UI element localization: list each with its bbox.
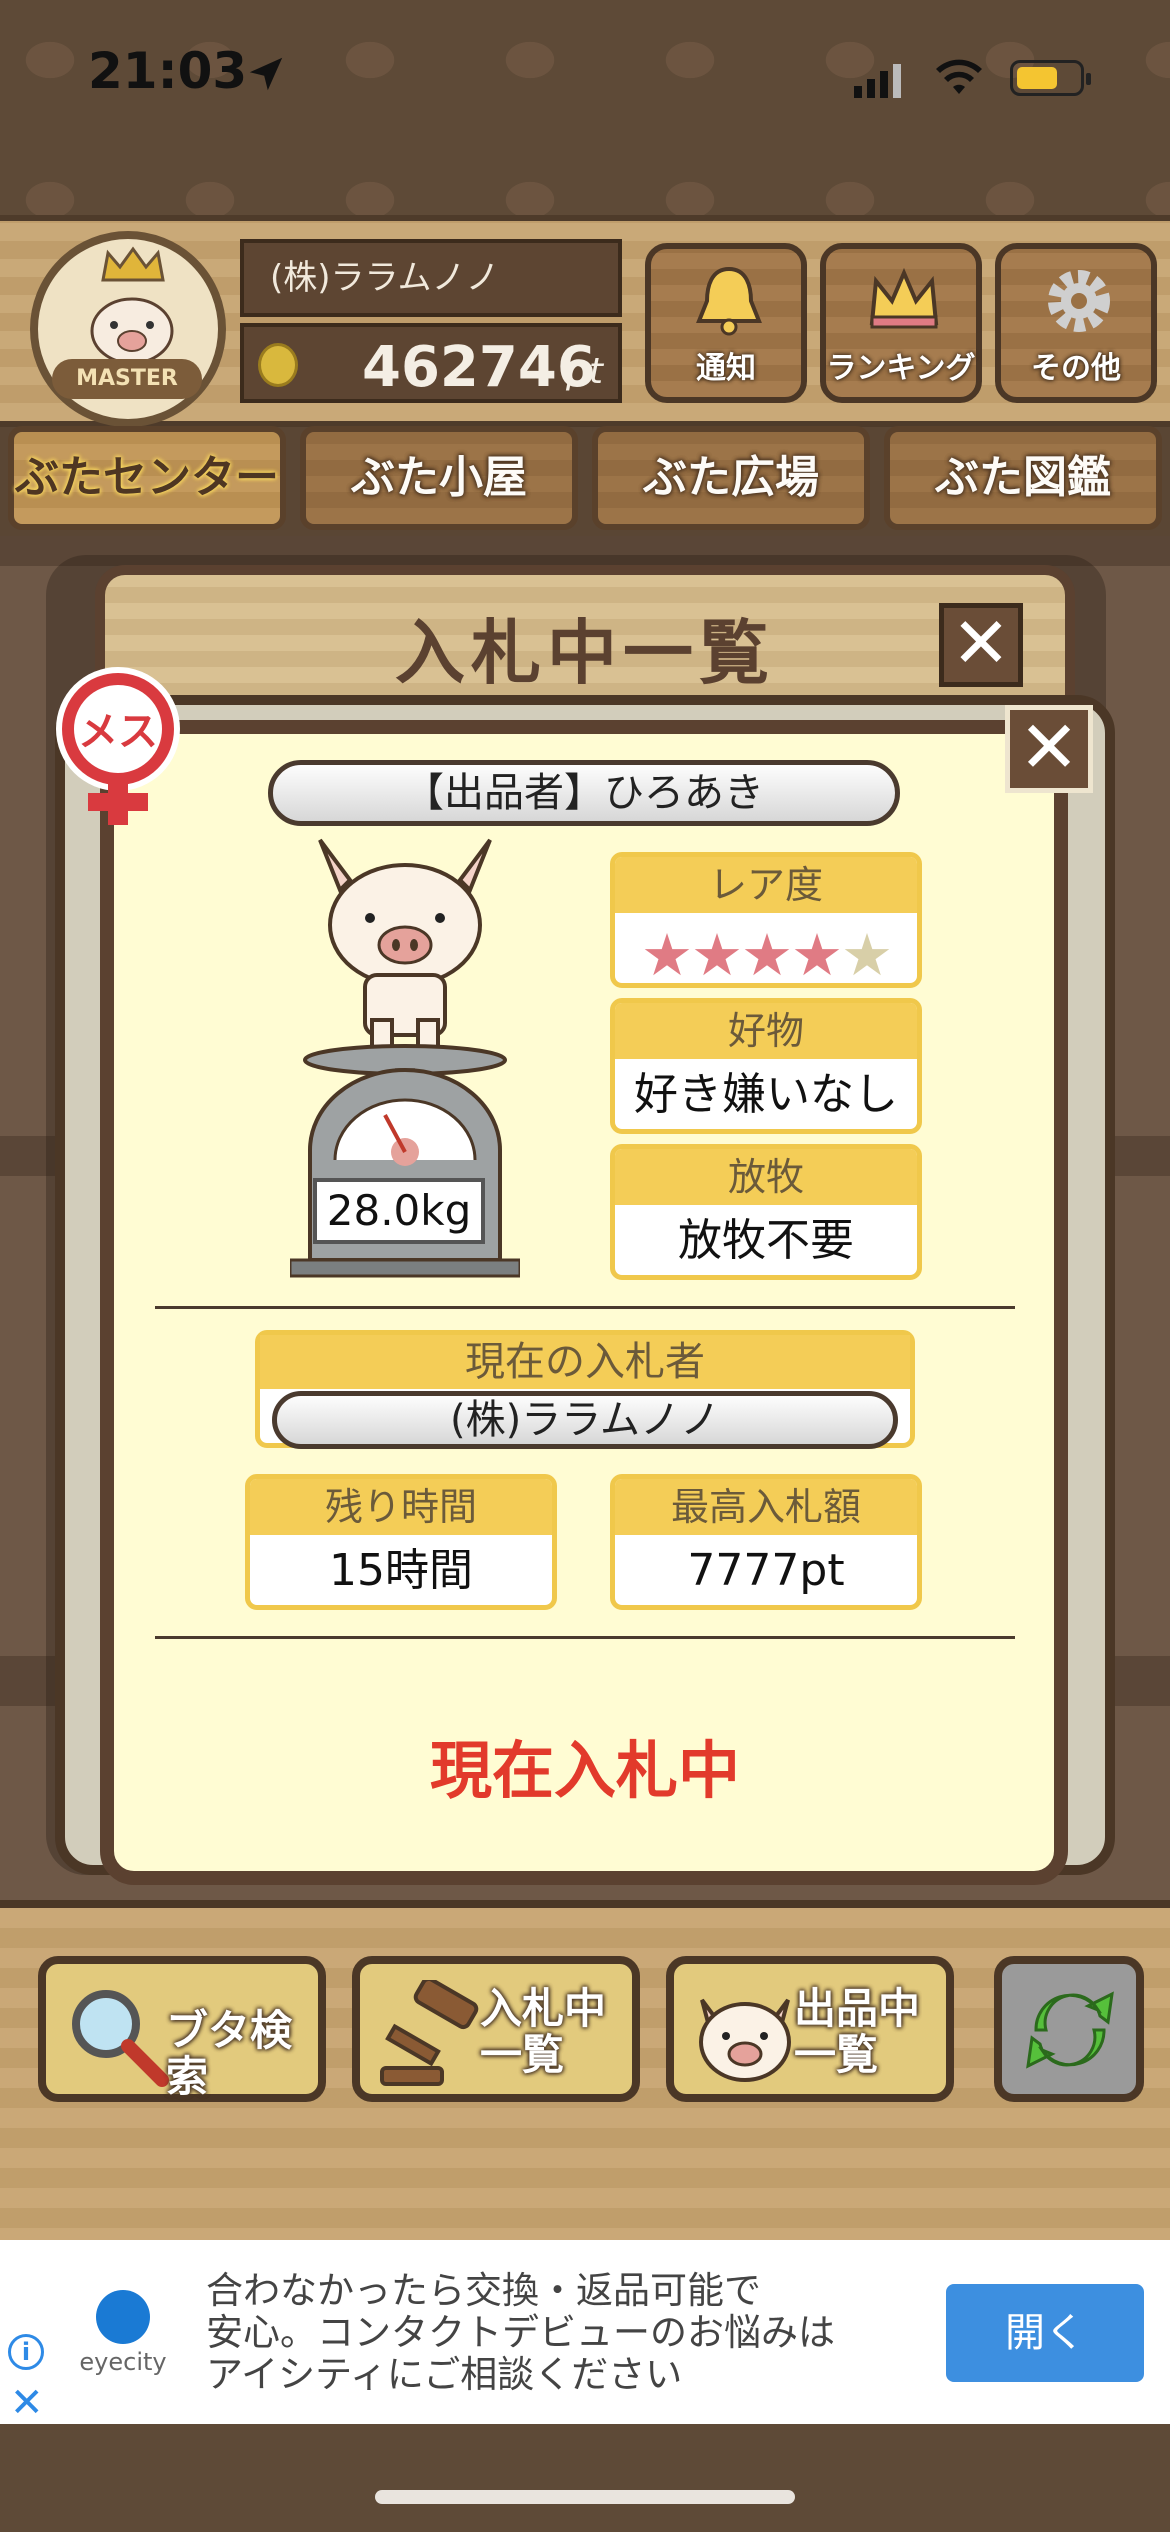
- main-tabs: ぶたセンター ぶた小屋 ぶた広場 ぶた図鑑: [0, 420, 1170, 536]
- star-icon: ★: [741, 921, 793, 988]
- remaining-time-box: 残り時間 15時間: [245, 1474, 557, 1610]
- female-gender-icon: メス: [56, 667, 180, 825]
- star-icon: ★: [791, 921, 843, 988]
- listing-list-label: 出品中 一覧: [794, 1986, 920, 2078]
- ad-banner[interactable]: i ✕ eyecity 合わなかったら交換・返品可能で 安心。コンタクトデビュー…: [0, 2240, 1170, 2426]
- badge-label: MASTER: [52, 359, 202, 399]
- bidding-list-line2: 一覧: [480, 2030, 565, 2079]
- rarity-stars: ★★★★★: [615, 921, 917, 988]
- wifi-icon: [936, 59, 982, 94]
- eyecity-logo-icon: [96, 2290, 150, 2344]
- tab-buta-center[interactable]: ぶたセンター: [8, 426, 286, 530]
- dialog-title-bar: 入札中一覧 ✕: [95, 565, 1075, 715]
- pig-face-icon: [90, 297, 174, 365]
- refresh-icon: [1026, 1991, 1114, 2069]
- battery-icon: [1010, 60, 1091, 96]
- dialog-close-button[interactable]: ✕: [939, 603, 1023, 687]
- other-button[interactable]: その他: [995, 243, 1157, 403]
- grazing-label: 放牧: [615, 1149, 917, 1205]
- card-close-button[interactable]: ✕: [1005, 705, 1093, 793]
- bell-icon: [696, 266, 762, 336]
- other-label: その他: [1031, 351, 1121, 386]
- bid-status: 現在入札中: [429, 1734, 740, 1807]
- crown-icon: [869, 267, 939, 329]
- coin-icon: [258, 343, 298, 387]
- seller-name: 【出品者】ひろあき: [268, 760, 900, 826]
- pig-detail-card: [100, 720, 1068, 1885]
- tab-buta-barn[interactable]: ぶた小屋: [300, 426, 578, 530]
- rarity-label: レア度: [615, 857, 917, 913]
- favorite-food-box: 好物 好き嫌いなし: [610, 998, 922, 1134]
- grazing-value: 放牧不要: [678, 1215, 854, 1266]
- favorite-value: 好き嫌いなし: [634, 1069, 898, 1120]
- listing-list-line1: 出品中: [794, 1984, 921, 2033]
- tab-buta-plaza[interactable]: ぶた広場: [592, 426, 870, 530]
- divider: [155, 1636, 1015, 1639]
- ad-close-icon[interactable]: ✕: [10, 2380, 44, 2426]
- ad-text: 合わなかったら交換・返品可能で 安心。コンタクトデビューのお悩みは アイシティに…: [206, 2270, 906, 2396]
- ad-text-line: 合わなかったら交換・返品可能で: [206, 2269, 761, 2312]
- ranking-button[interactable]: ランキング: [820, 243, 982, 403]
- bottom-toolbar: ブタ検索 入札中 一覧 出品中 一覧: [0, 1900, 1170, 2248]
- master-badge[interactable]: MASTER: [30, 231, 226, 427]
- listing-list-line2: 一覧: [794, 2030, 879, 2079]
- star-icon: ★: [691, 921, 743, 988]
- current-bidder-name: (株)ララムノノ: [272, 1391, 898, 1449]
- highest-bid-box: 最高入札額 7777pt: [610, 1474, 922, 1610]
- username-display: (株)ララムノノ: [240, 239, 622, 317]
- highest-bid-label: 最高入札額: [615, 1479, 917, 1535]
- points-value: 462746: [362, 335, 596, 400]
- magnifier-icon: [72, 1990, 169, 2087]
- star-icon: ★: [841, 921, 893, 988]
- points-display: 462746 pt: [240, 323, 622, 403]
- remaining-time-value: 15時間: [329, 1545, 473, 1596]
- highest-bid-value: 7777pt: [687, 1545, 845, 1596]
- gear-icon: [1048, 270, 1110, 332]
- refresh-button[interactable]: [994, 1956, 1144, 2102]
- ad-open-button[interactable]: 開く: [946, 2284, 1144, 2382]
- points-unit: pt: [566, 351, 603, 392]
- weight-display: 28.0kg: [313, 1178, 485, 1244]
- star-icon: ★: [641, 921, 693, 988]
- divider: [155, 1306, 1015, 1309]
- current-bidder-label: 現在の入札者: [260, 1335, 910, 1389]
- rarity-box: レア度 ★★★★★: [610, 852, 922, 988]
- remaining-time-label: 残り時間: [250, 1479, 552, 1535]
- ad-logo: eyecity: [78, 2290, 168, 2380]
- bidding-list-line1: 入札中: [480, 1984, 607, 2033]
- favorite-label: 好物: [615, 1003, 917, 1059]
- grazing-box: 放牧 放牧不要: [610, 1144, 922, 1280]
- ad-text-line: 安心。コンタクトデビューのお悩みは: [206, 2311, 835, 2354]
- ad-brand: eyecity: [79, 2348, 167, 2376]
- notification-button[interactable]: 通知: [645, 243, 807, 403]
- status-bar: 21:03: [0, 0, 1170, 150]
- ad-text-line: アイシティにご相談ください: [206, 2353, 683, 2396]
- ad-info-icon[interactable]: i: [8, 2334, 44, 2370]
- listing-list-button[interactable]: 出品中 一覧: [666, 1956, 954, 2102]
- location-arrow-icon: [249, 57, 283, 91]
- pig-search-label: ブタ検索: [166, 2006, 293, 2101]
- pig-icon: [699, 1998, 791, 2082]
- status-time: 21:03: [88, 42, 248, 100]
- pig-search-button[interactable]: ブタ検索: [38, 1956, 326, 2102]
- bidding-list-label: 入札中 一覧: [480, 1986, 606, 2078]
- gavel-icon: [380, 1980, 479, 2086]
- home-indicator[interactable]: [375, 2490, 795, 2504]
- header: MASTER (株)ララムノノ 462746 pt 通知 ランキング その他: [0, 215, 1170, 427]
- crown-icon: [101, 246, 165, 282]
- dialog-title: 入札中一覧: [395, 612, 775, 694]
- current-bidder-box: 現在の入札者 (株)ララムノノ: [255, 1330, 915, 1449]
- cellular-signal-icon: [854, 64, 901, 98]
- home-area: [0, 2424, 1170, 2532]
- ranking-label: ランキング: [826, 351, 976, 386]
- bidding-list-button[interactable]: 入札中 一覧: [352, 1956, 640, 2102]
- notification-label: 通知: [696, 351, 756, 386]
- tab-buta-encyclopedia[interactable]: ぶた図鑑: [884, 426, 1162, 530]
- gender-label: メス: [78, 709, 158, 755]
